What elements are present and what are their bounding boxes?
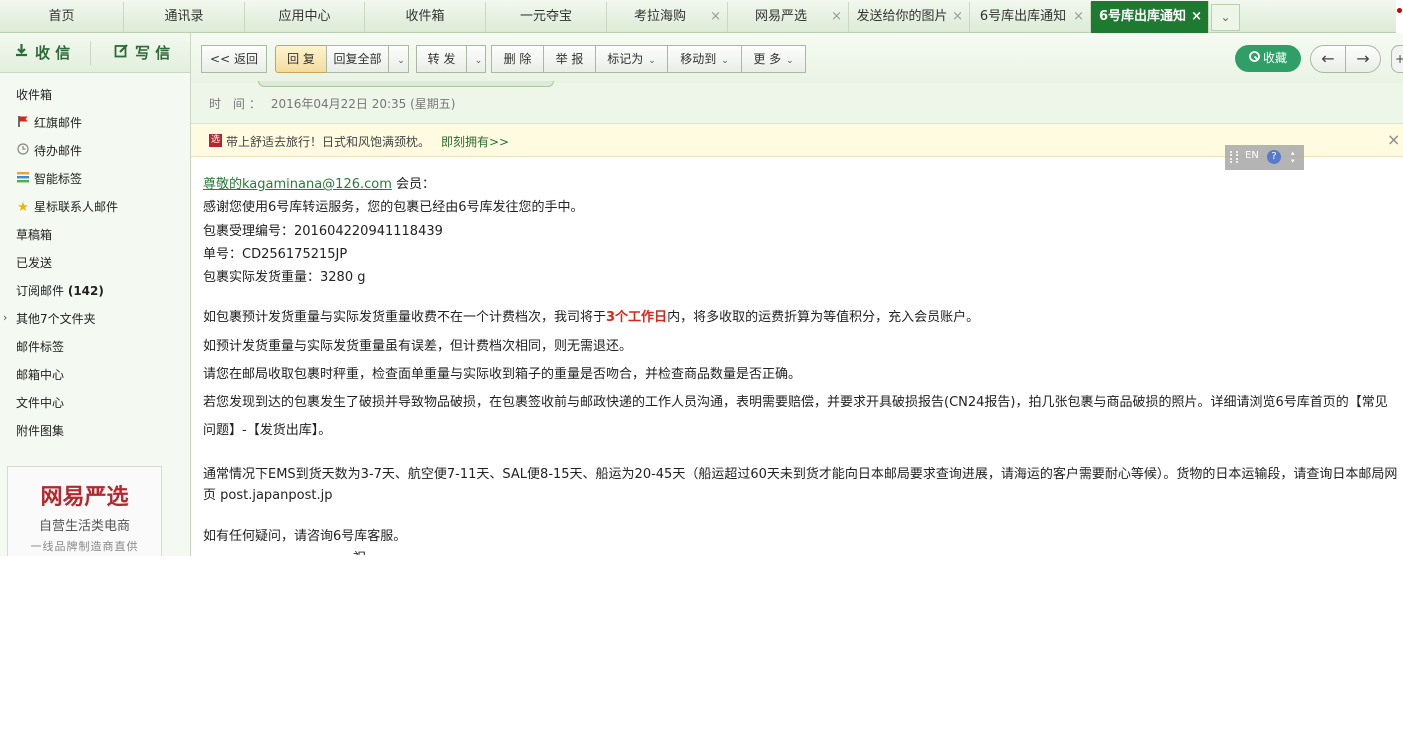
tracking-number: 单号：CD256175215JP	[203, 247, 348, 262]
mail-time-row: 时 间： 2016年04月22日 20:35 (星期五)	[209, 95, 455, 112]
mail-header: 时 间： 2016年04月22日 20:35 (星期五)	[191, 81, 1403, 124]
more-button[interactable]: 更 多 ⌄	[741, 45, 806, 73]
download-icon	[14, 33, 29, 73]
edit-icon	[114, 33, 129, 73]
close-icon[interactable]: ×	[952, 2, 963, 32]
mark-as-button[interactable]: 标记为 ⌄	[595, 45, 668, 73]
highlight-days: 3个工作日	[606, 310, 668, 325]
folder-subscriptions[interactable]: 订阅邮件 (142)	[16, 281, 104, 301]
folder-others[interactable]: 其他7个文件夹	[16, 309, 96, 329]
yanxuan-ad-banner[interactable]: 网易严选 自营生活类电商 一线品牌制造商直供	[7, 466, 162, 556]
no-refund-paragraph: 如预计发货重量与实际发货重量虽有误差，但计费档次相同，则无需退还。	[203, 339, 633, 354]
report-button[interactable]: 举 报	[543, 45, 596, 73]
folder-mail-tags[interactable]: 邮件标签	[16, 337, 64, 357]
recipient-email-link[interactable]: 尊敬的kagaminana@126.com	[203, 177, 392, 192]
refund-paragraph: 如包裹预计发货重量与实际发货重量收费不在一个计费档次，我司将于3个工作日内，将多…	[203, 310, 980, 325]
red-flag-icon	[16, 113, 30, 133]
reply-all-button[interactable]: 回复全部	[326, 45, 389, 73]
tab-bar: 首页 通讯录 应用中心 收件箱 一元夺宝 考拉海购 × 网易严选 × 发送给你的图片…	[0, 0, 1403, 33]
promo-link[interactable]: 即刻拥有>>	[441, 133, 509, 150]
ad-brand-logo: 网易严选	[40, 484, 129, 510]
notification-dot	[1396, 0, 1403, 33]
tab-yiyuan[interactable]: 一元夺宝	[486, 2, 607, 32]
close-icon[interactable]: ×	[1387, 130, 1400, 149]
folder-inbox[interactable]: 收件箱	[16, 85, 52, 105]
overflow-plus-icon[interactable]: +	[1391, 45, 1403, 73]
star-icon: ★	[17, 200, 29, 215]
folder-file-center[interactable]: 文件中心	[16, 393, 64, 413]
close-icon[interactable]: ×	[1073, 2, 1084, 32]
folder-attachments[interactable]: 附件图集	[16, 421, 64, 441]
folder-starred-contacts[interactable]: ★ 星标联系人邮件	[16, 197, 118, 217]
tab-kaola[interactable]: 考拉海购 ×	[607, 2, 728, 32]
damage-paragraph: 若您发现到达的包裹发生了破损并导致物品破损，在包裹签收前与邮政快递的工作人员沟通…	[203, 395, 1388, 438]
delivery-time-paragraph: 通常情况下EMS到货天数为3-7天、航空便7-11天、SAL便8-15天、船运为…	[203, 467, 1398, 503]
ad-subtagline: 一线品牌制造商直供	[30, 540, 139, 553]
sidebar-actions: 收 信 写 信	[0, 33, 190, 73]
tab-yanxuan[interactable]: 网易严选 ×	[728, 2, 849, 32]
mail-reader: << 返回 回 复 回复全部 ⌄ 转 发 ⌄ 删 除 举 报 标记为 ⌄ 移动到 ⌄…	[191, 33, 1403, 556]
folder-flagged[interactable]: 红旗邮件	[16, 113, 82, 133]
package-number: 包裹受理编号：201604220941118439	[203, 224, 443, 239]
ad-tagline: 自营生活类电商	[38, 519, 130, 534]
time-value: 2016年04月22日 20:35 (星期五)	[270, 97, 456, 111]
promo-notice-bar: 选 带上舒适去旅行！日式和风饱满颈枕。 即刻拥有>> ×	[191, 124, 1403, 157]
ime-toolbar[interactable]: EN ? ▴ ▾	[1225, 145, 1304, 170]
delete-button[interactable]: 删 除	[491, 45, 544, 73]
yanxuan-icon: 选	[209, 134, 222, 147]
collapsed-header-tab[interactable]	[258, 81, 554, 87]
contact-paragraph: 如有任何疑问，请咨询6号库客服。	[203, 529, 407, 544]
closing-partial: 祝	[353, 547, 366, 555]
actual-weight: 包裹实际发货重量：3280 g	[203, 270, 366, 285]
greeting-line: 尊敬的kagaminana@126.com 会员：	[203, 177, 436, 192]
mail-app: 首页 通讯录 应用中心 收件箱 一元夺宝 考拉海购 × 网易严选 × 发送给你的图片…	[0, 0, 1403, 556]
promo-text: 带上舒适去旅行！日式和风饱满颈枕。	[226, 135, 431, 149]
ime-lang[interactable]: EN	[1245, 150, 1259, 161]
previous-mail-arrow-icon[interactable]: ←	[1310, 45, 1346, 73]
close-icon[interactable]: ×	[831, 2, 842, 32]
sidebar: 收 信 写 信 收件箱 红旗邮件 待办邮件 智能标签 ★ 星标联系人邮件 草稿箱 …	[0, 33, 191, 556]
tab-app-center[interactable]: 应用中心	[245, 2, 365, 32]
ime-menu-icon[interactable]: ▴ ▾	[1291, 149, 1295, 165]
tab-contacts[interactable]: 通讯录	[124, 2, 245, 32]
folder-sent[interactable]: 已发送	[16, 253, 52, 273]
back-button[interactable]: << 返回	[201, 45, 267, 73]
tab-photos[interactable]: 发送给你的图片 ×	[849, 2, 970, 32]
close-icon[interactable]: ×	[710, 2, 721, 32]
folder-todo[interactable]: 待办邮件	[16, 141, 82, 161]
divider	[90, 41, 91, 65]
receive-button[interactable]: 收 信	[14, 33, 70, 73]
next-mail-arrow-icon[interactable]: →	[1345, 45, 1381, 73]
tags-icon	[16, 169, 30, 189]
collect-icon	[1249, 51, 1260, 65]
tab-notice-active[interactable]: 6号库出库通知 ×	[1091, 1, 1209, 33]
help-icon[interactable]: ?	[1267, 150, 1281, 164]
time-label: 时 间：	[209, 97, 265, 111]
thanks-line: 感谢您使用6号库转运服务，您的包裹已经由6号库发往您的手中。	[203, 200, 584, 215]
tab-home[interactable]: 首页	[0, 2, 124, 32]
folder-drafts[interactable]: 草稿箱	[16, 225, 52, 245]
reply-button[interactable]: 回 复	[275, 45, 327, 73]
folder-mail-center[interactable]: 邮箱中心	[16, 365, 64, 385]
folder-smart-tags[interactable]: 智能标签	[16, 169, 82, 189]
clock-icon	[16, 141, 30, 161]
reply-dropdown-chevron-icon[interactable]: ⌄	[388, 45, 409, 73]
compose-button[interactable]: 写 信	[114, 33, 170, 73]
unread-count: (142)	[67, 284, 104, 298]
move-to-button[interactable]: 移动到 ⌄	[667, 45, 742, 73]
tab-inbox[interactable]: 收件箱	[365, 2, 486, 32]
chevron-right-icon[interactable]: ›	[3, 311, 7, 324]
close-icon[interactable]: ×	[1191, 1, 1202, 33]
weigh-check-paragraph: 请您在邮局收取包裹时秤重，检查面单重量与实际收到箱子的重量是否吻合，并检查商品数…	[203, 367, 802, 382]
tab-notice-1[interactable]: 6号库出库通知 ×	[970, 2, 1091, 32]
forward-button[interactable]: 转 发	[416, 45, 467, 73]
mail-toolbar: << 返回 回 复 回复全部 ⌄ 转 发 ⌄ 删 除 举 报 标记为 ⌄ 移动到 ⌄…	[191, 33, 1403, 83]
drag-handle-icon[interactable]	[1230, 151, 1238, 163]
collect-button[interactable]: 收藏	[1235, 45, 1301, 72]
tab-list-chevron-icon[interactable]: ⌄	[1211, 4, 1240, 31]
forward-dropdown-chevron-icon[interactable]: ⌄	[466, 45, 486, 73]
